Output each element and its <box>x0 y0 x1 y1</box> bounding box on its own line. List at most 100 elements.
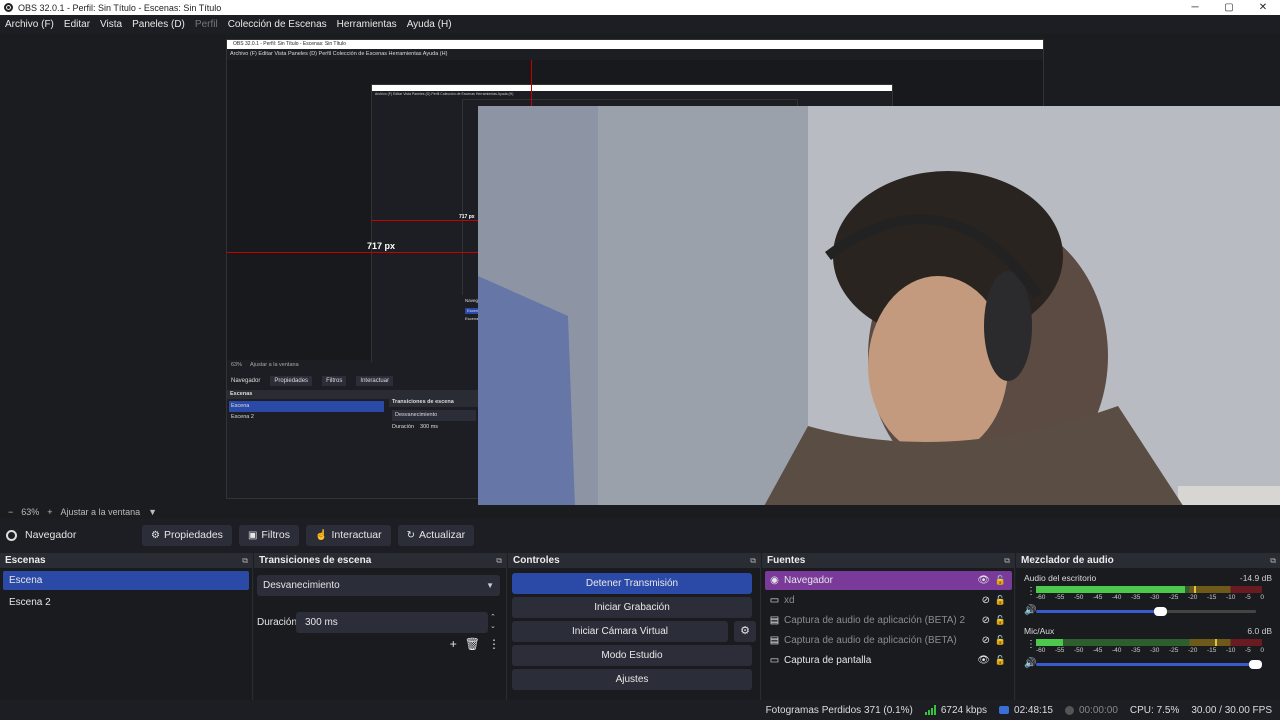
menu-paneles[interactable]: Paneles (D) <box>127 19 190 30</box>
close-button[interactable]: ✕ <box>1246 2 1280 13</box>
pointer-icon: ☝ <box>314 529 328 541</box>
source-item[interactable]: ▭ xd ⊘ 🔓 <box>765 591 1012 610</box>
interact-button[interactable]: ☝ Interactuar <box>305 524 391 546</box>
speaker-icon[interactable]: 🔊 <box>1024 605 1036 616</box>
popout-icon[interactable]: ⧉ <box>496 556 502 566</box>
controls-title: Controles <box>513 555 560 566</box>
eye-icon[interactable]: 👁 <box>977 575 990 586</box>
scene-item[interactable]: Escena 2 <box>3 593 249 612</box>
menu-ayuda[interactable]: Ayuda (H) <box>402 19 457 30</box>
tick-label: -20 <box>1188 594 1198 601</box>
popout-icon[interactable]: ⧉ <box>1004 556 1010 566</box>
add-icon[interactable]: + <box>450 637 457 651</box>
live-icon <box>999 706 1010 714</box>
stream-time: 02:48:15 <box>1014 704 1053 716</box>
popout-icon[interactable]: ⧉ <box>750 556 756 566</box>
duration-stepper[interactable]: ⌃ ⌄ <box>490 613 496 631</box>
status-bar: Fotogramas Perdidos 371 (0.1%) 6724 kbps… <box>0 700 1280 720</box>
transitions-body: Desvanecimiento ▼ Duración 300 ms ⌃ ⌄ + 🗑… <box>254 568 506 720</box>
maximize-button[interactable]: ▢ <box>1212 2 1246 13</box>
virtual-cam-settings-button[interactable]: ⚙ <box>734 621 756 642</box>
zoom-in-button[interactable]: + <box>47 507 52 517</box>
nested-interact: Interactuar <box>356 376 394 386</box>
source-item[interactable]: ▭ Captura de pantalla 👁 🔓 <box>765 651 1012 670</box>
eye-icon[interactable]: 👁 <box>977 655 990 666</box>
lock-icon[interactable]: 🔓 <box>995 635 1006 646</box>
menu-vista[interactable]: Vista <box>95 19 127 30</box>
settings-button[interactable]: Ajustes <box>512 669 752 690</box>
volume-slider[interactable] <box>1036 660 1262 669</box>
tick-label: -5 <box>1245 594 1251 601</box>
menu-perfil: Perfil <box>194 18 218 30</box>
eye-hidden-icon[interactable]: ⊘ <box>982 615 990 626</box>
tick-label: -25 <box>1169 647 1179 654</box>
scenes-title: Escenas <box>5 555 46 566</box>
tick-label: -55 <box>1055 594 1065 601</box>
popout-icon[interactable]: ⧉ <box>242 556 248 566</box>
rec-time: 00:00:00 <box>1078 704 1118 716</box>
scenes-header: Escenas ⧉ <box>0 553 252 568</box>
start-recording-button[interactable]: Iniciar Grabación <box>512 597 752 618</box>
lock-icon[interactable]: 🔓 <box>995 575 1006 586</box>
tick-label: -10 <box>1226 594 1236 601</box>
nested-menubar-2: Archivo (F) Editar Vista Paneles (D) Per… <box>375 92 514 96</box>
popout-icon[interactable]: ⧉ <box>1270 556 1276 566</box>
lock-icon[interactable]: 🔓 <box>995 655 1006 666</box>
slider-knob[interactable] <box>1154 607 1168 616</box>
properties-button[interactable]: ⚙ Propiedades <box>142 524 232 546</box>
nested-trans-dock: Transiciones de escena Desvanecimiento D… <box>389 398 479 468</box>
tick-label: -15 <box>1207 594 1217 601</box>
fps: 30.00 / 30.00 FPS <box>1191 704 1272 716</box>
scene-item[interactable]: Escena <box>3 571 249 590</box>
measure-line-h-small <box>371 220 491 221</box>
source-item[interactable]: ▤ Captura de audio de aplicación (BETA) 2… <box>765 611 1012 630</box>
speaker-icon[interactable]: 🔊 <box>1024 658 1036 669</box>
menu-editar[interactable]: Editar <box>59 19 95 30</box>
tick-label: -35 <box>1131 647 1141 654</box>
zoom-bar: − 63% + Ajustar a la ventana ▼ <box>0 505 1280 519</box>
tick-label: -10 <box>1226 647 1236 654</box>
more-icon[interactable]: ⋮ <box>488 637 500 651</box>
menu-archivo[interactable]: Archivo (F) <box>0 19 59 30</box>
minimize-button[interactable]: ─ <box>1178 2 1212 13</box>
tick-label: -50 <box>1074 647 1084 654</box>
webcam-feed[interactable] <box>478 106 1280 505</box>
zoom-fit-label: Ajustar a la ventana <box>60 507 141 517</box>
zoom-dropdown-icon[interactable]: ▼ <box>148 507 157 517</box>
stop-stream-button[interactable]: Detener Transmisión <box>512 573 752 594</box>
channel-name: Audio del escritorio <box>1024 573 1097 583</box>
slider-knob[interactable] <box>1249 660 1262 669</box>
scenes-dock: Escenas ⧉ Escena Escena 2 + 🗑 ◧ ⌃ ⌄ <box>0 553 253 720</box>
source-item[interactable]: ◉ Navegador 👁 🔓 <box>765 571 1012 590</box>
menu-herramientas[interactable]: Herramientas <box>332 19 402 30</box>
filters-button[interactable]: ▣ Filtros <box>238 524 299 546</box>
trash-icon[interactable]: 🗑 <box>465 637 480 651</box>
meter-fill <box>1036 639 1064 646</box>
preview-canvas[interactable]: OBS 32.0.1 - Perfil: Sin Título - Escena… <box>0 33 1280 505</box>
eye-hidden-icon[interactable]: ⊘ <box>982 595 990 606</box>
globe-icon: ◉ <box>770 575 779 586</box>
interact-label: Interactuar <box>331 529 382 541</box>
sources-body: ◉ Navegador 👁 🔓 ▭ xd ⊘ 🔓 ▤ Captura de audio d… <box>762 568 1014 720</box>
lock-icon[interactable]: 🔓 <box>995 615 1006 626</box>
source-item[interactable]: ▤ Captura de audio de aplicación (BETA) ⊘… <box>765 631 1012 650</box>
zoom-out-button[interactable]: − <box>8 507 13 517</box>
more-icon[interactable]: ⋮ <box>1026 639 1036 650</box>
tick-label: -35 <box>1131 594 1141 601</box>
volume-slider[interactable] <box>1036 607 1256 616</box>
eye-hidden-icon[interactable]: ⊘ <box>982 635 990 646</box>
start-virtual-cam-button[interactable]: Iniciar Cámara Virtual <box>512 621 728 642</box>
more-icon[interactable]: ⋮ <box>1026 586 1036 597</box>
monitor-icon: ▭ <box>769 595 780 606</box>
nested-duration-row: Duración 300 ms <box>392 424 476 430</box>
refresh-button[interactable]: ↻ Actualizar <box>397 524 475 546</box>
channel-db: -14.9 dB <box>1239 573 1272 583</box>
controls-header: Controles ⧉ <box>508 553 760 568</box>
studio-mode-button[interactable]: Modo Estudio <box>512 645 752 666</box>
lock-icon[interactable]: 🔓 <box>995 595 1006 606</box>
transition-select[interactable]: Desvanecimiento ▼ <box>257 575 500 596</box>
duration-field[interactable]: 300 ms <box>296 612 488 633</box>
transitions-title: Transiciones de escena <box>259 555 372 566</box>
menu-coleccion-escenas[interactable]: Colección de Escenas <box>223 19 332 30</box>
properties-label: Propiedades <box>163 529 223 541</box>
